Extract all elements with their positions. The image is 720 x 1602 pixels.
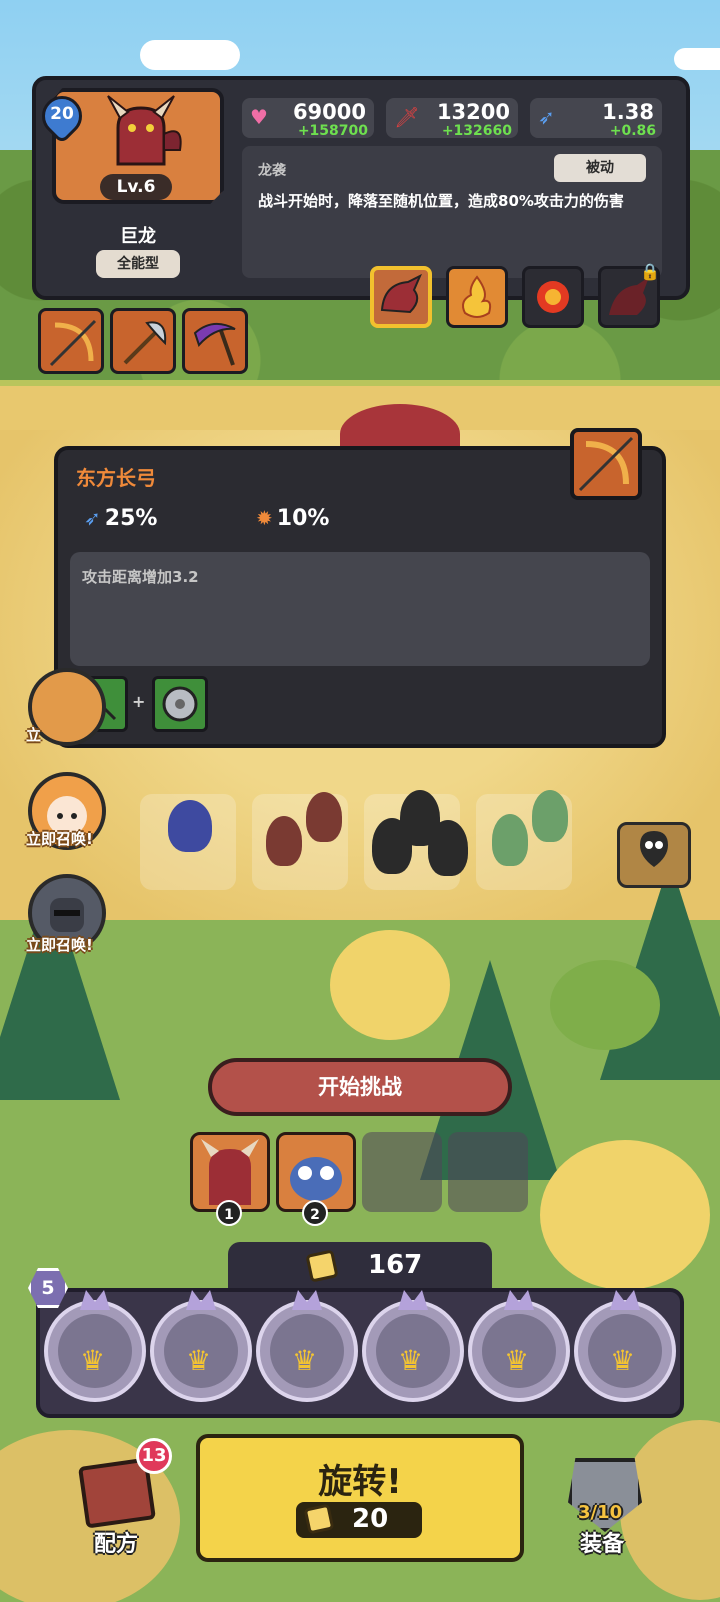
speed-bonus: +0.86	[609, 123, 656, 139]
item-stat-crit: ✹ 10%	[256, 506, 329, 531]
skill-description: 战斗开始时，降落至随机位置，造成80%攻击力的伤害	[258, 192, 624, 210]
weapon-slot-bow[interactable]	[38, 308, 104, 374]
currency-bar	[228, 1242, 492, 1290]
weapon-slot-axe[interactable]	[110, 308, 176, 374]
crown-icon: ♛	[504, 1344, 530, 1377]
skill-icon-dragon-strike[interactable]	[370, 266, 432, 328]
summon-label-2: 立即召唤!	[26, 936, 93, 954]
reel-slot-6-center: ♛	[588, 1314, 662, 1388]
currency-amount: 167	[368, 1250, 423, 1280]
speed-icon: ➶	[538, 105, 555, 129]
reel-slot-4: ♛	[362, 1290, 464, 1402]
attack-value: 13200	[436, 100, 510, 124]
item-stat-attack-speed: ➶ 25%	[84, 506, 157, 531]
equipment-label[interactable]: 装备	[580, 1526, 624, 1558]
hero-type-badge: 全能型	[96, 250, 180, 278]
cloud	[674, 48, 720, 70]
team-slot-2-number: 2	[302, 1200, 328, 1226]
attack-stat: 🗡 13200 +132660	[386, 98, 518, 138]
item-description: 攻击距离增加3.2	[82, 568, 199, 586]
cloud	[140, 40, 240, 70]
attack-bonus: +132660	[441, 123, 512, 139]
bow-icon	[578, 436, 634, 492]
robot-portrait-icon	[290, 1157, 342, 1201]
enemy-spawn-button[interactable]	[617, 822, 691, 888]
reel-slot-5-center: ♛	[482, 1314, 556, 1388]
passive-tag: 被动	[554, 154, 646, 182]
item-name: 东方长弓	[76, 466, 156, 490]
reel-slot-3-center: ♛	[270, 1314, 344, 1388]
crit-icon: ✹	[256, 506, 273, 530]
bush	[550, 960, 660, 1050]
dragon-head-icon	[380, 273, 422, 314]
item-stat-attack-speed-value: 25%	[104, 506, 158, 531]
crown-icon: ♛	[186, 1344, 212, 1377]
dragon-portrait-icon	[201, 1139, 259, 1205]
crown-icon: ♛	[80, 1344, 106, 1377]
speed-icon: ➶	[84, 506, 101, 530]
warrior-unit[interactable]	[306, 792, 342, 842]
reel-slot-2: ♛	[150, 1290, 252, 1402]
reel-slot-6: ♛	[574, 1290, 676, 1402]
recipe-item-wheel[interactable]	[152, 676, 208, 732]
archer-unit[interactable]	[492, 814, 528, 866]
item-thumbnail	[570, 428, 642, 500]
recipe-plus: +	[132, 692, 146, 711]
crown-icon: ♛	[398, 1344, 424, 1377]
heart-icon: ♥	[250, 105, 268, 129]
dragon-portrait-icon	[107, 95, 182, 166]
spin-label: 旋转!	[318, 1462, 402, 1502]
team-slot-1-number: 1	[216, 1200, 242, 1226]
reel-slot-1-center: ♛	[58, 1314, 132, 1388]
archer-unit[interactable]	[532, 790, 568, 842]
gunner-unit[interactable]	[428, 820, 468, 876]
hero-level-badge: Lv.6	[100, 174, 172, 200]
recipe-notification-badge: 13	[136, 1438, 172, 1474]
team-slot-3[interactable]	[362, 1132, 442, 1212]
fireball-icon	[537, 281, 569, 313]
reel-slot-1: ♛	[44, 1290, 146, 1402]
sword-icon: 🗡	[394, 105, 420, 129]
bush	[540, 1140, 710, 1290]
hp-stat: ♥ 69000 +158700	[242, 98, 374, 138]
start-challenge-button[interactable]: 开始挑战	[208, 1058, 512, 1116]
recipe-label[interactable]: 配方	[94, 1526, 138, 1558]
reel-slot-3: ♛	[256, 1290, 358, 1402]
item-stat-crit-value: 10%	[276, 506, 330, 531]
equipment-count: 3/10	[578, 1502, 623, 1523]
hp-bonus: +158700	[297, 123, 368, 139]
skill-icon-fire-burst[interactable]	[446, 266, 508, 328]
skull-icon	[640, 831, 668, 867]
bow-icon	[49, 319, 97, 367]
ticket-icon	[305, 1249, 339, 1283]
scythe-icon	[193, 322, 236, 366]
reel-slot-4-center: ♛	[376, 1314, 450, 1388]
speed-stat: ➶ 1.38 +0.86	[530, 98, 662, 138]
weapon-slot-scythe[interactable]	[182, 308, 248, 374]
crown-icon: ♛	[610, 1344, 636, 1377]
bush	[330, 930, 450, 1040]
summon-label-1: 立即召唤!	[26, 830, 93, 848]
crown-icon: ♛	[292, 1344, 318, 1377]
team-slot-4[interactable]	[448, 1132, 528, 1212]
wizard-unit[interactable]	[168, 800, 212, 852]
skill-icon-fireball[interactable]	[522, 266, 584, 328]
skill-name: 龙袭	[258, 163, 286, 179]
speed-value: 1.38	[602, 100, 654, 124]
reel-slot-2-center: ♛	[164, 1314, 238, 1388]
fire-icon	[462, 275, 492, 318]
hero-name: 巨龙	[120, 226, 156, 247]
spin-cost: 20	[352, 1504, 389, 1534]
hp-value: 69000	[292, 100, 366, 124]
ticket-icon	[303, 1503, 335, 1535]
warrior-unit[interactable]	[266, 816, 302, 866]
axe-icon	[123, 321, 167, 365]
reel-slot-5: ♛	[468, 1290, 570, 1402]
star-level-value: 20	[50, 104, 74, 124]
lock-icon: 🔒	[640, 262, 660, 281]
wheel-icon	[162, 686, 198, 722]
summon-label-partial: 立	[26, 726, 42, 744]
